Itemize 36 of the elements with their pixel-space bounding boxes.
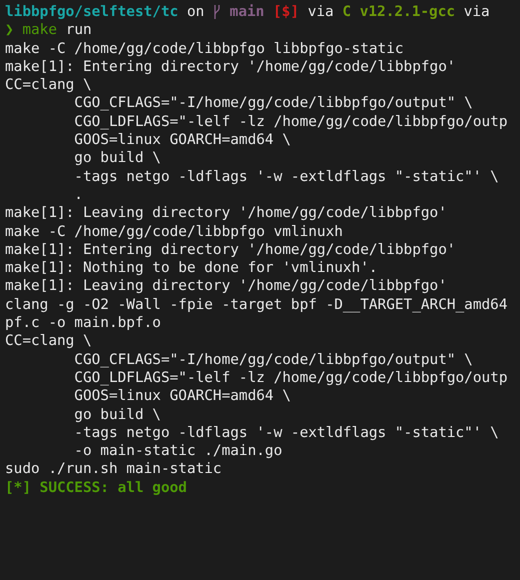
git-status: [$]	[273, 3, 300, 22]
command-args: run	[66, 21, 92, 40]
output-line: CC=clang \	[5, 333, 92, 350]
output-line: go build \	[73, 406, 161, 423]
output-line: make -C /home/gg/code/libbpfgo vmlinuxh	[5, 224, 343, 240]
prompt-text: on	[186, 3, 204, 22]
output-line: clang -g -O2 -Wall -fpie -target bpf -D__TARGET_ARCH_amd64	[5, 296, 508, 313]
output-line: make[1]: Leaving directory '/home/gg/code/libbpfgo'	[5, 278, 447, 294]
output-line: .	[73, 186, 83, 203]
prompt-text: via	[464, 3, 490, 22]
language-version: C v12.2.1-gcc	[342, 3, 456, 22]
output-line: go build \	[73, 150, 161, 166]
output-line: make[1]: Leaving directory '/home/gg/code/libbpfgo'	[5, 205, 447, 222]
output-line: CGO_LDFLAGS="-lelf -lz /home/gg/code/libbpfgo/outp	[73, 370, 508, 386]
output-line: make -C /home/gg/code/libbpfgo libbpfgo-static	[5, 40, 404, 57]
output-line: make[1]: Nothing to be done for 'vmlinuxh'.	[5, 260, 378, 276]
branch-icon	[212, 4, 221, 20]
prompt-path: libbpfgo/selftest/tc	[5, 3, 178, 22]
command-name: make	[22, 21, 58, 40]
output-line: GOOS=linux GOARCH=amd64 \	[73, 132, 291, 148]
branch-name: main	[230, 3, 264, 22]
output-line: make[1]: Entering directory '/home/gg/code/libbpfgo'	[5, 58, 456, 75]
output-line: sudo ./run.sh main-static	[5, 461, 222, 478]
output-line: CC=clang \	[5, 77, 92, 94]
output-line: pf.c -o main.bpf.o	[5, 315, 161, 332]
output-line: -tags netgo -ldflags '-w -extldflags "-static"' \	[73, 424, 499, 441]
success-message: [*] SUCCESS: all good	[5, 480, 187, 496]
output-line: make[1]: Entering directory '/home/gg/code/libbpfgo'	[5, 242, 456, 258]
output-line: GOOS=linux GOARCH=amd64 \	[73, 388, 291, 404]
output-line: CGO_LDFLAGS="-lelf -lz /home/gg/code/libbpfgo/outp	[73, 114, 508, 130]
prompt-text: via	[308, 3, 334, 22]
output-line: CGO_CFLAGS="-I/home/gg/code/libbpfgo/output" \	[73, 95, 473, 112]
output-line: -tags netgo -ldflags '-w -extldflags "-static"' \	[73, 168, 499, 185]
output-line: -o main-static ./main.go	[73, 443, 282, 460]
prompt-symbol: ❯	[5, 21, 14, 40]
output-line: CGO_CFLAGS="-I/home/gg/code/libbpfgo/output" \	[73, 352, 473, 368]
